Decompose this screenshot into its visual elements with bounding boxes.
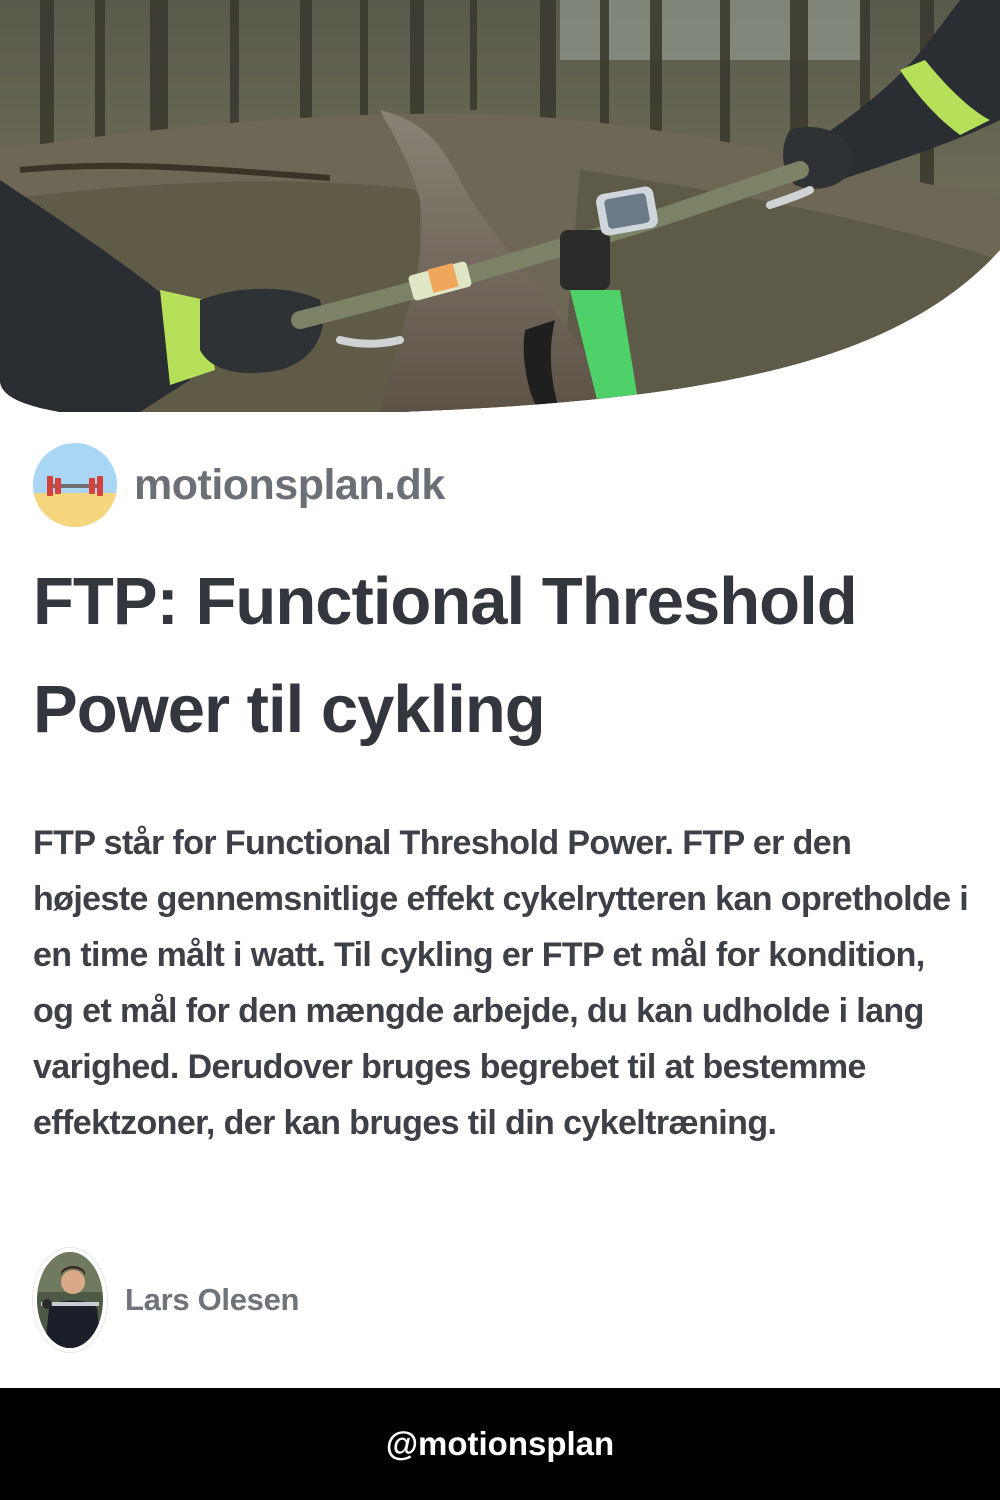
mountain-bike-trail-illustration <box>0 0 1000 412</box>
site-header[interactable]: motionsplan.dk <box>33 443 445 527</box>
author-avatar[interactable] <box>33 1248 107 1352</box>
hero-image <box>0 0 1000 412</box>
dumbbell-beach-icon <box>33 443 117 527</box>
social-handle[interactable]: @motionsplan <box>386 1425 614 1463</box>
author-name[interactable]: Lars Olesen <box>125 1282 299 1318</box>
author-byline[interactable]: Lars Olesen <box>33 1248 299 1352</box>
article-title[interactable]: FTP: Functional Threshold Power til cykl… <box>33 548 973 764</box>
article-excerpt: FTP står for Functional Threshold Power.… <box>33 824 969 1142</box>
footer-bar: @motionsplan <box>0 1388 1000 1500</box>
site-name[interactable]: motionsplan.dk <box>134 461 445 510</box>
